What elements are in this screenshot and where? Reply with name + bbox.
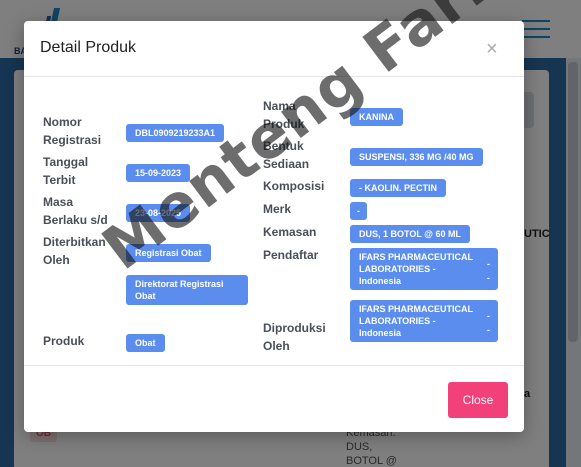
value-produk: Obat bbox=[126, 334, 165, 352]
modal-footer: Close bbox=[24, 365, 524, 432]
label-nama-produk: Nama Produk bbox=[263, 99, 305, 131]
value-bentuk-sediaan: SUSPENSI, 336 MG /40 MG bbox=[350, 148, 483, 166]
label-merk: Merk bbox=[263, 202, 292, 216]
value-direktorat: Direktorat Registrasi Obat bbox=[126, 275, 248, 305]
label-masa-berlaku: Masa Berlaku s/d bbox=[43, 195, 108, 227]
label-bentuk-sediaan: Bentuk Sediaan bbox=[263, 139, 310, 171]
label-komposisi: Komposisi bbox=[263, 179, 325, 193]
label-nomor-registrasi: Nomor Registrasi bbox=[43, 115, 102, 147]
label-diterbitkan-oleh: Diterbitkan Oleh bbox=[43, 235, 106, 267]
label-tanggal-terbit: Tanggal Terbit bbox=[43, 155, 89, 187]
value-tanggal-terbit: 15-09-2023 bbox=[126, 164, 191, 182]
value-diterbitkan-oleh: Registrasi Obat bbox=[126, 244, 211, 262]
value-diproduksi-oleh: IFARS PHARMACEUTICAL LABORATORIES - Indo… bbox=[350, 300, 498, 342]
label-diproduksi-oleh: Diproduksi Oleh bbox=[263, 321, 326, 353]
product-detail-modal: Detail Produk × Nomor Registrasi DBL0909… bbox=[24, 21, 524, 432]
close-button[interactable]: Close bbox=[448, 382, 508, 418]
value-pendaftar: IFARS PHARMACEUTICAL LABORATORIES - Indo… bbox=[350, 248, 498, 290]
modal-header: Detail Produk × bbox=[24, 21, 524, 77]
value-nama-produk: KANINA bbox=[350, 108, 403, 126]
label-pendaftar: Pendaftar bbox=[263, 248, 319, 262]
value-kemasan: DUS, 1 BOTOL @ 60 ML bbox=[350, 225, 470, 243]
value-komposisi: - KAOLIN. PECTIN bbox=[350, 179, 446, 197]
modal-title: Detail Produk bbox=[40, 39, 137, 56]
modal-body: Nomor Registrasi DBL0909219233A1 Tanggal… bbox=[24, 78, 524, 366]
label-kemasan: Kemasan bbox=[263, 225, 317, 239]
close-icon[interactable]: × bbox=[486, 39, 498, 59]
label-produk: Produk bbox=[43, 334, 85, 348]
value-masa-berlaku: 23-08-2025 bbox=[126, 204, 191, 222]
value-merk: - bbox=[350, 202, 367, 220]
value-nomor-registrasi: DBL0909219233A1 bbox=[126, 124, 225, 142]
